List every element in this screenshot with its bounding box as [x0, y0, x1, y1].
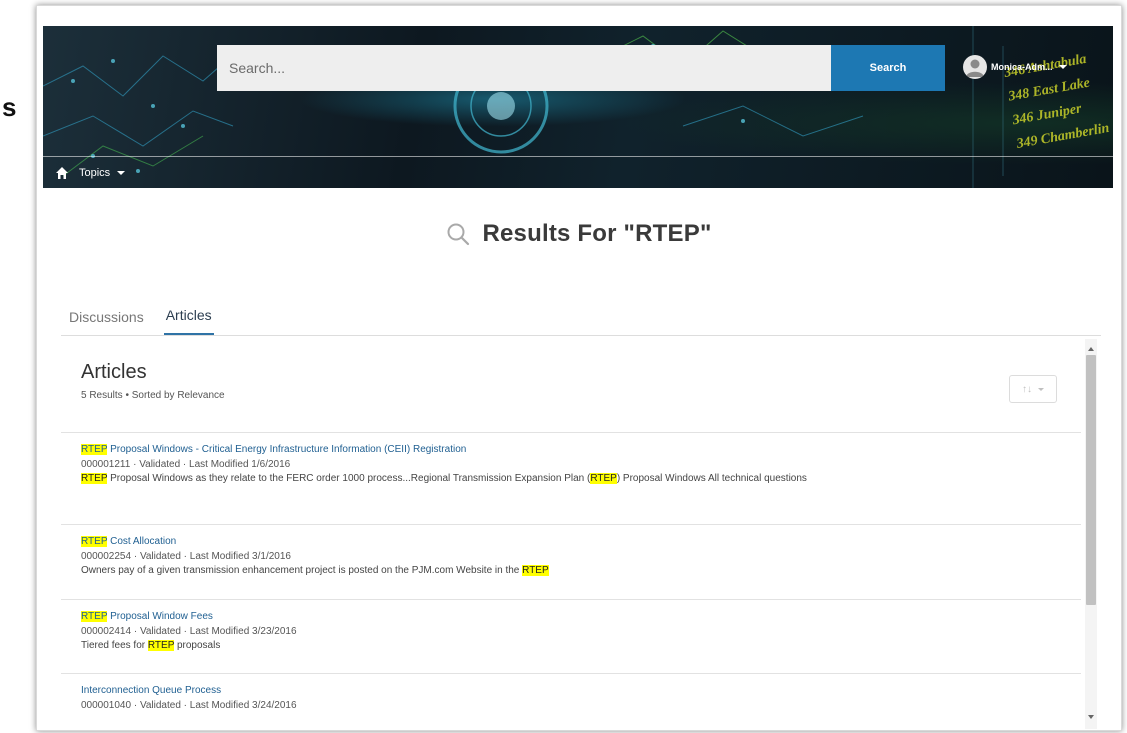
panel-title: Articles	[81, 361, 147, 383]
article-meta: 000001040 · Validated · Last Modified 3/…	[81, 700, 297, 711]
article-snippet: Owners pay of a given transmission enhan…	[81, 564, 841, 577]
results-tabs: Discussions Articles	[61, 299, 1101, 336]
highlight: RTEP	[522, 565, 549, 576]
sort-icon: ↑↓	[1022, 383, 1032, 395]
articles-panel: Articles 5 Results • Sorted by Relevance…	[61, 339, 1101, 729]
article-title-link[interactable]: Interconnection Queue Process	[81, 684, 1081, 697]
sort-button[interactable]: ↑↓	[1009, 375, 1057, 403]
article-meta: 000002414 · Validated · Last Modified 3/…	[81, 626, 297, 637]
chevron-down-icon	[117, 171, 126, 175]
highlight: RTEP	[81, 536, 108, 547]
scroll-thumb[interactable]	[1086, 355, 1096, 605]
article-result: RTEP Proposal Windows - Critical Energy …	[61, 432, 1081, 485]
snippet-text: Tiered fees for	[81, 640, 148, 651]
search-button[interactable]: Search	[831, 45, 945, 91]
article-title-text: Interconnection Queue Process	[81, 685, 222, 696]
snippet-text: proposals	[174, 640, 221, 651]
article-meta: 000001211 · Validated · Last Modified 1/…	[81, 459, 291, 470]
article-snippet: Tiered fees for RTEP proposals	[81, 639, 841, 652]
results-title: Results For "RTEP"	[482, 220, 712, 247]
snippet-text: Owners pay of a given transmission enhan…	[81, 565, 523, 576]
header-banner: 346 Ashtabula 348 East Lake 346 Juniper …	[43, 26, 1113, 188]
highlight: RTEP	[81, 611, 108, 622]
snippet-text: ) Proposal Windows All technical questio…	[616, 473, 807, 484]
article-snippet: RTEP Proposal Windows as they relate to …	[81, 472, 841, 485]
community-page: 346 Ashtabula 348 East Lake 346 Juniper …	[36, 5, 1122, 731]
article-result: RTEP Proposal Window Fees 000002414 · Va…	[61, 599, 1081, 652]
highlight: RTEP	[147, 640, 175, 651]
chevron-down-icon	[1038, 387, 1044, 391]
article-result: Interconnection Queue Process 000001040 …	[61, 673, 1081, 712]
tab-articles[interactable]: Articles	[163, 307, 214, 335]
chevron-down-icon	[1058, 65, 1067, 69]
panel-header: Articles 5 Results • Sorted by Relevance	[81, 361, 225, 401]
scroll-up-arrow-icon[interactable]	[1088, 347, 1094, 351]
results-heading: Results For "RTEP"	[37, 220, 1121, 248]
article-title-link[interactable]: RTEP Cost Allocation	[81, 535, 1081, 548]
home-icon[interactable]	[55, 166, 69, 180]
scroll-down-arrow-icon[interactable]	[1088, 715, 1094, 719]
article-title-text: Proposal Windows - Critical Energy Infra…	[107, 444, 467, 455]
search-magnifier-icon	[447, 223, 470, 246]
topics-label: Topics	[79, 167, 111, 179]
highlight: RTEP	[81, 473, 108, 484]
article-title-link[interactable]: RTEP Proposal Window Fees	[81, 610, 1081, 623]
snippet-text: Proposal Windows as they relate to the F…	[107, 473, 591, 484]
topics-menu[interactable]: Topics	[79, 167, 126, 179]
avatar-icon	[963, 55, 987, 79]
highlight: RTEP	[81, 444, 108, 455]
scrollbar[interactable]	[1085, 339, 1097, 729]
article-meta: 000002254 · Validated · Last Modified 3/…	[81, 551, 291, 562]
tab-discussions[interactable]: Discussions	[67, 309, 146, 335]
highlight: RTEP	[590, 473, 617, 484]
article-result: RTEP Cost Allocation 000002254 · Validat…	[61, 524, 1081, 577]
profile-name: Monica-Adm...	[991, 62, 1053, 72]
article-title-text: Proposal Window Fees	[107, 611, 213, 622]
article-title-link[interactable]: RTEP Proposal Windows - Critical Energy …	[81, 443, 1081, 456]
results-summary: 5 Results • Sorted by Relevance	[81, 390, 225, 401]
user-profile-menu[interactable]: Monica-Adm...	[963, 54, 1067, 80]
article-title-text: Cost Allocation	[107, 536, 177, 547]
stray-character: s	[2, 92, 17, 122]
search-input[interactable]	[217, 45, 831, 91]
nav-bar: Topics	[43, 156, 1113, 188]
